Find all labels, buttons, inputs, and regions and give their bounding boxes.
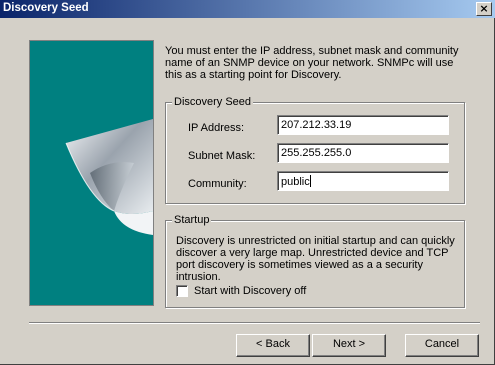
start-discovery-off-checkbox[interactable]	[176, 285, 188, 297]
startup-description: Discovery is unrestricted on initial sta…	[176, 235, 455, 283]
subnet-mask-value: 255.255.255.0	[281, 147, 352, 159]
title-bar[interactable]: Discovery Seed ×	[0, 0, 495, 18]
ip-address-label: IP Address:	[188, 122, 245, 134]
start-discovery-off-label[interactable]: Start with Discovery off	[194, 285, 306, 297]
instruction-text: You must enter the IP address, subnet ma…	[165, 45, 459, 81]
subnet-mask-field[interactable]: 255.255.255.0	[277, 143, 449, 163]
close-icon: ×	[479, 2, 489, 15]
community-field[interactable]: public	[277, 171, 449, 191]
ip-address-field[interactable]: 207.212.33.19	[277, 115, 449, 135]
discovery-seed-group-label: Discovery Seed	[172, 96, 254, 108]
close-button[interactable]: ×	[476, 2, 492, 16]
subnet-mask-label: Subnet Mask:	[188, 150, 256, 162]
text-caret	[309, 175, 311, 187]
button-separator	[29, 322, 480, 324]
community-value: public	[281, 176, 310, 188]
wizard-image-panel	[29, 40, 154, 306]
page-curl-graphic	[65, 119, 153, 235]
startup-group-label: Startup	[172, 214, 212, 226]
window-title: Discovery Seed	[3, 2, 89, 14]
next-button[interactable]: Next >	[312, 334, 386, 357]
discovery-seed-dialog: Discovery Seed × You must enter the IP a…	[0, 0, 495, 365]
cancel-button[interactable]: Cancel	[405, 334, 479, 357]
community-label: Community:	[188, 178, 247, 190]
ip-address-value: 207.212.33.19	[281, 119, 352, 131]
back-button[interactable]: < Back	[236, 334, 310, 357]
